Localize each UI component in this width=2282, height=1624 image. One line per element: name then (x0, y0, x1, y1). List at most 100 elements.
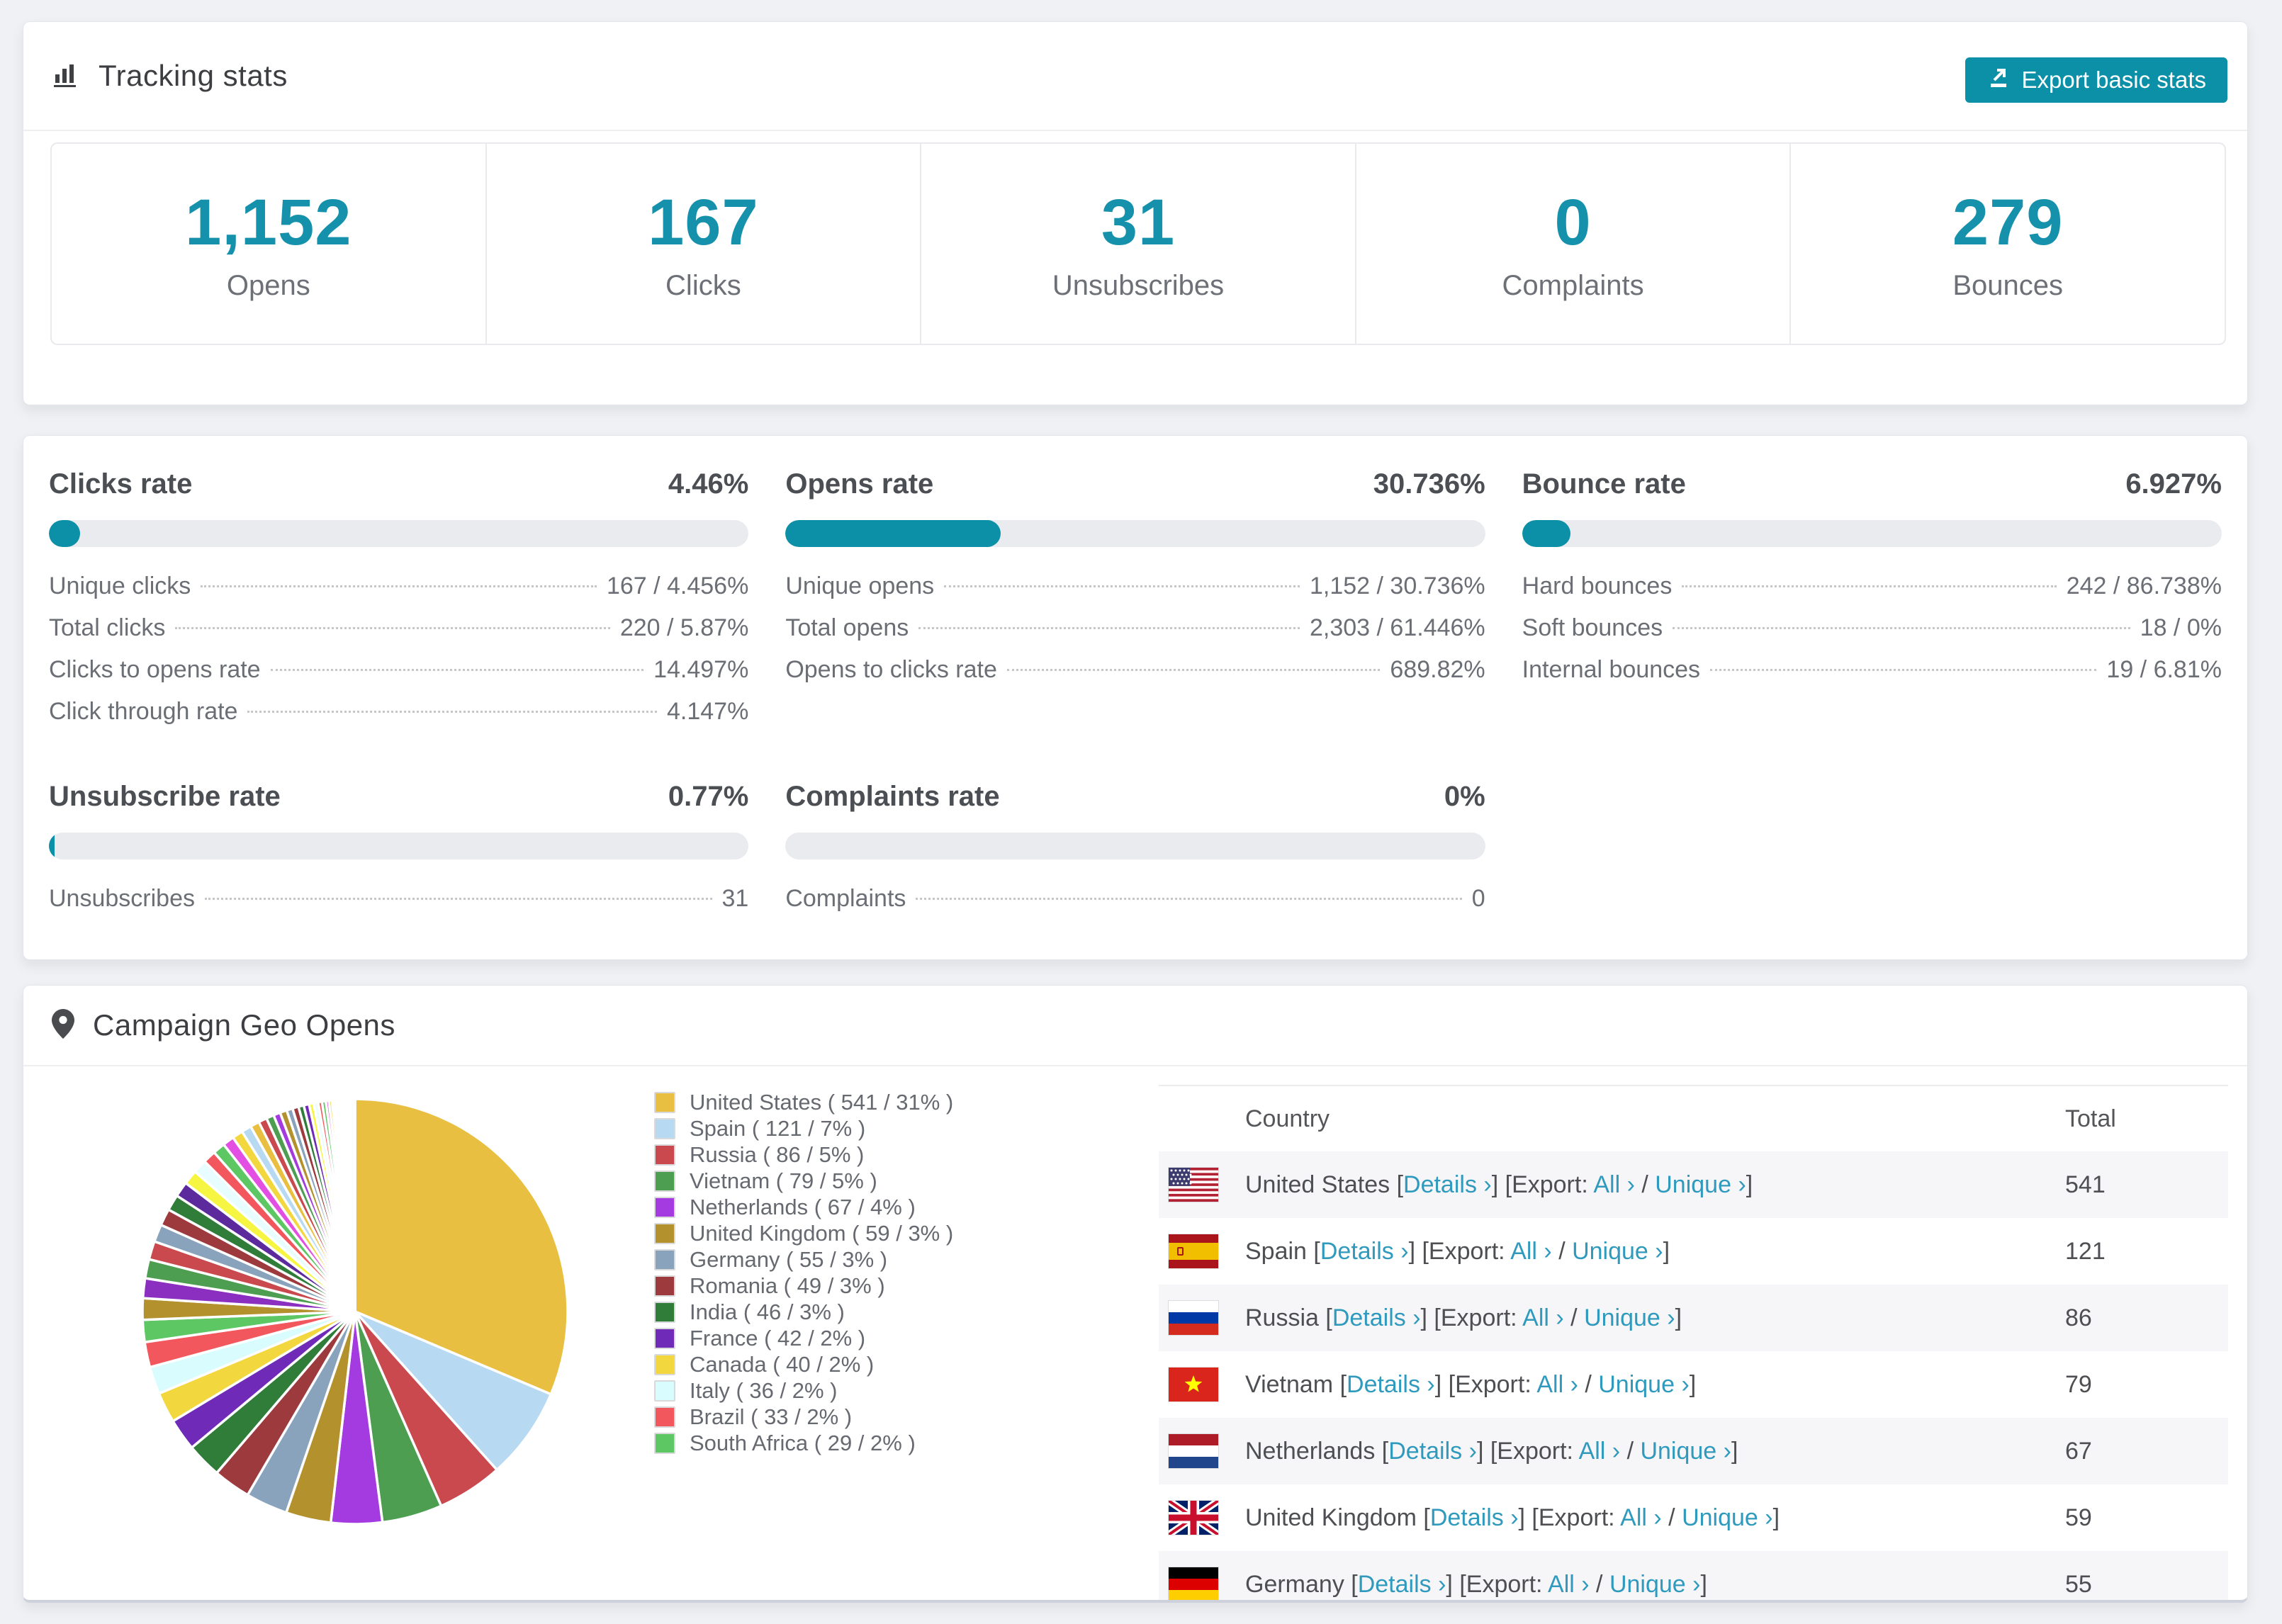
legend-swatch (654, 1275, 675, 1297)
rate-title: Opens rate (785, 468, 934, 500)
dotted-leader (1710, 669, 2097, 671)
pie-slice-other-50[interactable] (353, 1098, 356, 1312)
export-all-link-russia[interactable]: All › (1522, 1304, 1564, 1331)
geo-opens-table: Country Total United States [Details ›] … (1159, 1085, 2228, 1600)
stat-label: Bounces (1952, 270, 2063, 301)
stat-value: 167 (648, 186, 759, 259)
campaign-geo-opens-card: Campaign Geo Opens United States ( 541 /… (23, 985, 2248, 1603)
export-basic-stats-button[interactable]: Export basic stats (1965, 57, 2227, 103)
legend-swatch (654, 1170, 675, 1192)
legend-item-canada: Canada ( 40 / 2% ) (654, 1351, 953, 1377)
campaign-geo-opens-body: United States ( 541 / 31% ) Spain ( 121 /… (23, 1066, 2247, 1600)
legend-swatch (654, 1222, 675, 1244)
geo-table-header-total: Total (2065, 1105, 2116, 1132)
campaign-geo-opens-title: Campaign Geo Opens (93, 1008, 395, 1042)
dotted-leader (247, 711, 657, 713)
rate-detail-label: Internal bounces (1522, 656, 1701, 683)
legend-item-united-states: United States ( 541 / 31% ) (654, 1089, 953, 1115)
rate-detail-value: 242 / 86.738% (2066, 573, 2222, 599)
geo-table-row-united-states: United States [Details ›] [Export: All ›… (1159, 1151, 2228, 1218)
legend-item-france: France ( 42 / 2% ) (654, 1325, 953, 1351)
details-link-germany[interactable]: Details › (1358, 1571, 1446, 1598)
slash: / (1634, 1171, 1656, 1198)
stat-card-bounces: 279 Bounces (1789, 144, 2225, 344)
rate-detail-item: Opens to clicks rate 689.82% (785, 656, 1485, 698)
export-unique-link-spain[interactable]: Unique › (1572, 1238, 1663, 1265)
bracket: ] (1675, 1304, 1682, 1331)
stat-value: 279 (1952, 186, 2064, 259)
legend-label: Russia ( 86 / 5% ) (690, 1141, 865, 1167)
export-unique-link-netherlands[interactable]: Unique › (1640, 1438, 1731, 1465)
rate-detail-list: Unique opens 1,152 / 30.736% Total opens 2,… (785, 573, 1485, 698)
rate-progress-fill (1522, 520, 1571, 547)
export-all-link-united-kingdom[interactable]: All › (1620, 1504, 1662, 1531)
geo-country-cell: Spain [Details ›] [Export: All › / Uniqu… (1245, 1238, 2065, 1265)
legend-swatch (654, 1327, 675, 1349)
export-all-link-vietnam[interactable]: All › (1536, 1371, 1578, 1398)
export-all-link-spain[interactable]: All › (1510, 1238, 1552, 1265)
rate-detail-item: Total opens 2,303 / 61.446% (785, 614, 1485, 656)
stat-label: Opens (226, 270, 310, 301)
rate-detail-item: Hard bounces 242 / 86.738% (1522, 573, 2222, 614)
legend-item-germany: Germany ( 55 / 3% ) (654, 1246, 953, 1273)
rate-block-opens-rate: Opens rate 30.736% Unique opens 1,152 / 30.… (785, 468, 1485, 740)
legend-item-romania: Romania ( 49 / 3% ) (654, 1273, 953, 1299)
legend-item-south-africa: South Africa ( 29 / 2% ) (654, 1430, 953, 1456)
tracking-stats-card: Tracking stats Export basic stats 1,152 O… (23, 21, 2248, 405)
details-link-united-kingdom[interactable]: Details › (1430, 1504, 1519, 1531)
export-all-link-germany[interactable]: All › (1548, 1571, 1590, 1598)
rate-progress-bar (49, 520, 749, 547)
geo-total-cell: 86 (2065, 1304, 2092, 1331)
rate-detail-value: 1,152 / 30.736% (1310, 573, 1485, 599)
slash: / (1551, 1237, 1573, 1265)
export-prefix: Export: (1497, 1437, 1579, 1465)
legend-label: Brazil ( 33 / 2% ) (690, 1404, 853, 1429)
legend-label: United Kingdom ( 59 / 3% ) (690, 1220, 954, 1246)
details-link-russia[interactable]: Details › (1332, 1304, 1421, 1331)
export-unique-link-vietnam[interactable]: Unique › (1598, 1371, 1690, 1398)
geo-total-cell: 121 (2065, 1237, 2106, 1265)
rate-value: 0% (1444, 781, 1485, 812)
legend-label: Netherlands ( 67 / 4% ) (690, 1194, 916, 1219)
dotted-leader (918, 627, 1300, 629)
details-link-netherlands[interactable]: Details › (1388, 1438, 1477, 1465)
rate-block-complaints-rate: Complaints rate 0% Complaints 0 (785, 781, 1485, 927)
export-all-link-netherlands[interactable]: All › (1579, 1438, 1621, 1465)
stat-card-complaints: 0 Complaints (1354, 144, 1790, 344)
dotted-leader (175, 627, 610, 629)
legend-item-vietnam: Vietnam ( 79 / 5% ) (654, 1168, 953, 1194)
bracket: ] [ (1476, 1437, 1497, 1465)
rate-value: 4.46% (668, 468, 749, 500)
rate-detail-value: 2,303 / 61.446% (1310, 614, 1485, 641)
rate-detail-item: Unique clicks 167 / 4.456% (49, 573, 748, 614)
stat-label: Clicks (665, 270, 741, 301)
legend-label: India ( 46 / 3% ) (690, 1299, 845, 1324)
rate-head: Complaints rate 0% (785, 781, 1485, 813)
flag-us (1169, 1168, 1218, 1202)
tracking-dashboard-page: Tracking stats Export basic stats 1,152 O… (0, 0, 2282, 1624)
geo-table-row-germany: Germany [Details ›] [Export: All › / Uni… (1159, 1551, 2228, 1600)
stat-card-opens: 1,152 Opens (52, 144, 485, 344)
stat-value: 1,152 (185, 186, 352, 259)
dotted-leader (944, 585, 1300, 587)
legend-label: Germany ( 55 / 3% ) (690, 1246, 888, 1272)
details-link-vietnam[interactable]: Details › (1347, 1371, 1435, 1398)
rate-progress-bar (49, 833, 749, 859)
bracket: ] (1663, 1237, 1670, 1265)
geo-table-row-spain: Spain [Details ›] [Export: All › / Uniqu… (1159, 1218, 2228, 1285)
export-unique-link-germany[interactable]: Unique › (1609, 1571, 1701, 1598)
rate-detail-label: Hard bounces (1522, 573, 1673, 599)
geo-total-cell: 79 (2065, 1370, 2092, 1398)
details-link-united-states[interactable]: Details › (1403, 1171, 1492, 1198)
rate-detail-label: Opens to clicks rate (785, 656, 997, 683)
export-unique-link-united-kingdom[interactable]: Unique › (1682, 1504, 1773, 1531)
geo-opens-pie-chart[interactable] (135, 1092, 575, 1531)
export-all-link-united-states[interactable]: All › (1593, 1171, 1635, 1198)
export-icon (1986, 65, 2011, 95)
flag-nl (1169, 1434, 1218, 1468)
export-unique-link-russia[interactable]: Unique › (1584, 1304, 1675, 1331)
export-unique-link-united-states[interactable]: Unique › (1655, 1171, 1746, 1198)
rates-card: Clicks rate 4.46% Unique clicks 167 / 4.456… (23, 435, 2248, 960)
stat-label: Unsubscribes (1052, 270, 1225, 301)
details-link-spain[interactable]: Details › (1320, 1238, 1409, 1265)
